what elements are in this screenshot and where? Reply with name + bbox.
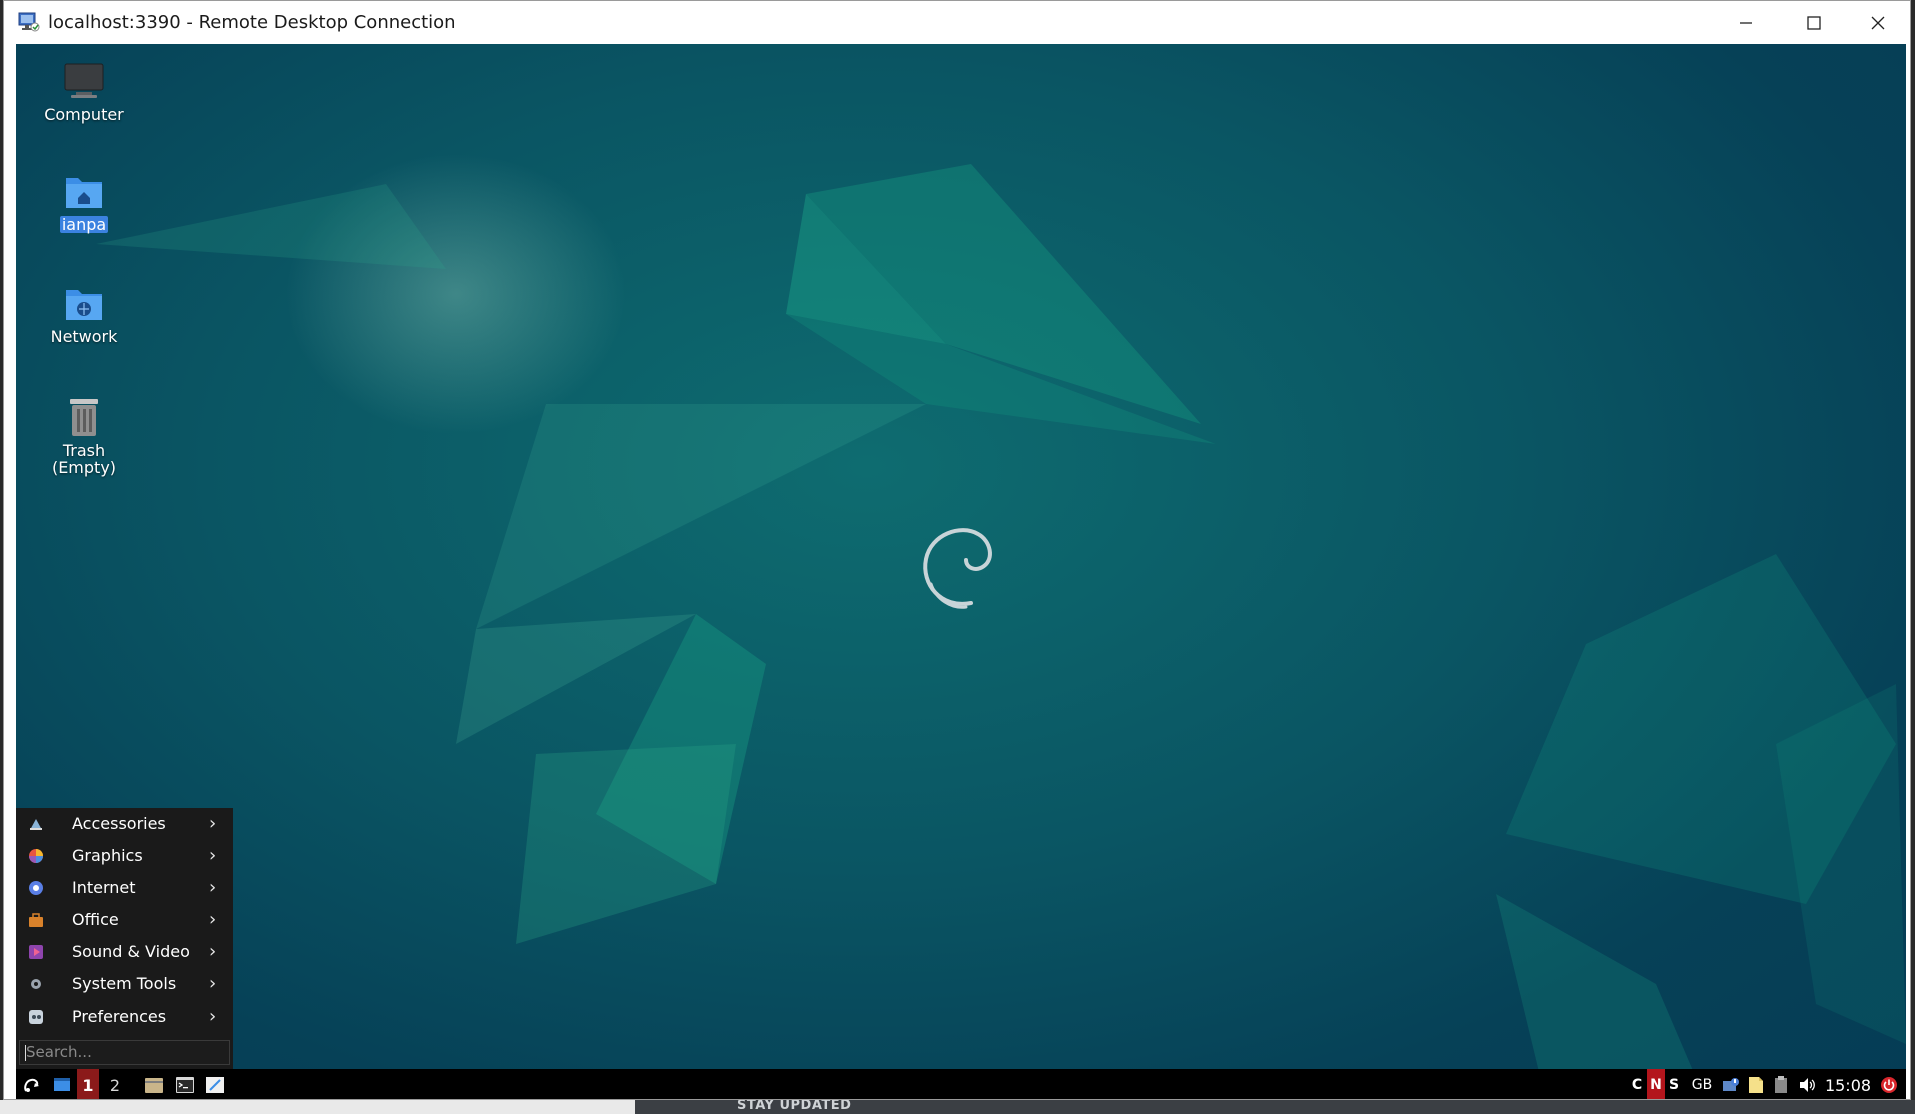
desktop-icon-network[interactable]: Network (24, 284, 144, 345)
xfce-menu-icon (24, 1078, 39, 1092)
keyboard-layout-indicator[interactable]: GB (1689, 1069, 1715, 1099)
desktop-icon-trash[interactable]: Trash (Empty) (24, 396, 144, 476)
desktop-icon-label: Computer (44, 105, 124, 124)
system-tools-icon (31, 978, 41, 989)
desktop-icon-computer[interactable]: Computer (24, 62, 144, 123)
window-title: localhost:3390 - Remote Desktop Connecti… (48, 12, 456, 33)
close-icon (1871, 16, 1885, 29)
computer-icon (64, 63, 104, 98)
text-editor-icon (206, 1077, 224, 1093)
show-desktop-button[interactable] (49, 1069, 75, 1099)
clipboard-tray-button[interactable] (1770, 1069, 1792, 1099)
wallpaper (96, 154, 1906, 1099)
minimize-button[interactable] (1712, 1, 1780, 44)
power-icon (1881, 1077, 1897, 1093)
desktop-icon-label: ianpa (59, 215, 109, 234)
menu-item-graphics[interactable]: Graphics › (16, 840, 233, 871)
menu-item-sound-video[interactable]: Sound & Video › (16, 936, 233, 967)
accessories-icon (30, 818, 42, 830)
menu-item-preferences[interactable]: Preferences › (16, 1001, 233, 1032)
workspace-1[interactable]: 1 (77, 1069, 99, 1099)
desktop-icon-home[interactable]: ianpa (24, 172, 144, 233)
internet-icon (29, 880, 43, 895)
chevron-right-icon: › (209, 877, 217, 898)
workspace-2[interactable]: 2 (104, 1069, 126, 1099)
network-folder-icon (66, 290, 102, 320)
host-background: STAY UPDATED (0, 1098, 1915, 1114)
sound-video-icon (29, 944, 43, 959)
menu-item-accessories[interactable]: Accessories › (16, 808, 233, 839)
title-bar[interactable]: localhost:3390 - Remote Desktop Connecti… (4, 1, 1910, 44)
office-icon (29, 912, 43, 927)
network-tray-button[interactable] (1720, 1069, 1742, 1099)
terminal-icon (176, 1077, 194, 1093)
text-caret (25, 1045, 26, 1061)
chevron-right-icon: › (209, 909, 217, 930)
applications-menu: Accessories › Graphics › Internet › Offi… (16, 808, 233, 1069)
clipboard-icon (1775, 1076, 1787, 1093)
notes-tray-button[interactable] (1745, 1069, 1767, 1099)
volume-icon (1800, 1078, 1815, 1092)
host-peek-text: STAY UPDATED (737, 1098, 852, 1113)
desktop-icon-label: Trash (62, 441, 106, 460)
chevron-right-icon: › (209, 941, 217, 962)
minimize-icon (1740, 21, 1752, 24)
caps-lock-indicator: C (1631, 1077, 1643, 1093)
debian-logo (923, 528, 992, 609)
volume-tray-button[interactable] (1795, 1069, 1819, 1099)
bottom-panel: 1 2 C N S GB 15:08 (16, 1069, 1906, 1099)
file-manager-launcher[interactable] (141, 1069, 167, 1099)
file-manager-icon (145, 1078, 163, 1093)
close-button[interactable] (1844, 1, 1910, 44)
chevron-right-icon: › (209, 1006, 217, 1027)
menu-search-input[interactable]: Search... (19, 1040, 230, 1065)
num-lock-indicator: N (1647, 1069, 1665, 1099)
network-status-icon (1723, 1078, 1739, 1091)
remote-desktop[interactable]: Computer ianpa Network Trash (Empty) Acc… (16, 44, 1906, 1099)
applications-menu-button[interactable] (16, 1069, 48, 1099)
scroll-lock-indicator: S (1668, 1077, 1680, 1093)
terminal-launcher[interactable] (172, 1069, 198, 1099)
text-editor-launcher[interactable] (202, 1069, 228, 1099)
remote-desktop-icon (18, 12, 40, 32)
preferences-icon (29, 1009, 43, 1024)
chevron-right-icon: › (209, 973, 217, 994)
power-button[interactable] (1876, 1069, 1902, 1099)
graphics-icon (29, 848, 43, 863)
notes-icon (1749, 1077, 1763, 1093)
chevron-right-icon: › (209, 813, 217, 834)
maximize-button[interactable] (1780, 1, 1848, 44)
menu-item-system-tools[interactable]: System Tools › (16, 968, 233, 999)
clock[interactable]: 15:08 (1824, 1069, 1872, 1099)
search-placeholder: Search... (26, 1043, 92, 1061)
maximize-icon (1807, 15, 1821, 30)
menu-item-internet[interactable]: Internet › (16, 872, 233, 903)
rdp-window: localhost:3390 - Remote Desktop Connecti… (3, 0, 1911, 1100)
home-folder-icon (66, 178, 102, 208)
chevron-right-icon: › (209, 845, 217, 866)
desktop-icon-label: Network (50, 327, 118, 346)
menu-item-office[interactable]: Office › (16, 904, 233, 935)
desktop-icon-sublabel: (Empty) (51, 458, 117, 477)
show-desktop-icon (54, 1078, 70, 1091)
trash-icon (70, 399, 98, 436)
